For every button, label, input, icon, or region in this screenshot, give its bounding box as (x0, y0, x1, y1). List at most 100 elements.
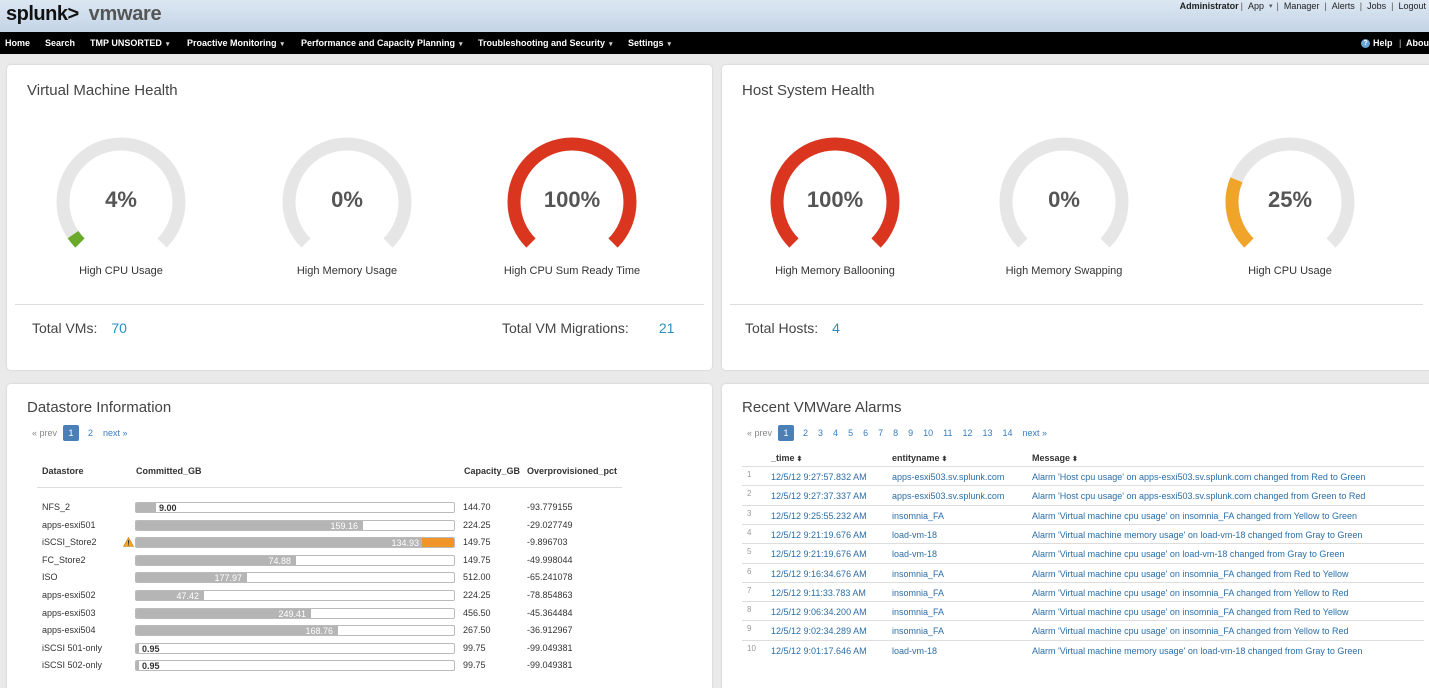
committed-bar-fill (136, 661, 139, 671)
capacity-value: 456.50 (463, 607, 491, 618)
row-index: 1 (747, 470, 752, 479)
gauge-host-swapping[interactable]: 0% High Memory Swapping (999, 137, 1129, 277)
gauge-vm-cpu-ready[interactable]: 100% High CPU Sum Ready Time (504, 137, 640, 277)
alarm-message[interactable]: Alarm 'Virtual machine cpu usage' on ins… (1032, 588, 1348, 598)
logout-link[interactable]: Logout (1395, 1, 1429, 11)
vmware-logo: vmware (88, 2, 162, 25)
chevron-down-icon: ▾ (280, 41, 285, 48)
datastore-name[interactable]: apps-esxi504 (42, 625, 96, 635)
capacity-value: 99.75 (463, 642, 486, 653)
table-row[interactable]: 6 12/5/12 9:16:34.676 AM insomnia_FA Alarm … (742, 562, 1424, 582)
table-row[interactable]: 1 12/5/12 9:27:57.832 AM apps-esxi503.sv.s… (742, 466, 1424, 485)
nav-tmp-unsorted[interactable]: TMP UNSORTED ▾ (90, 32, 169, 54)
nav-settings[interactable]: Settings ▾ (628, 32, 671, 54)
nav-tmp-unsorted-label: TMP UNSORTED (90, 38, 162, 48)
datastore-name[interactable]: iSCSI 501-only (42, 643, 102, 653)
table-row[interactable]: 7 12/5/12 9:11:33.783 AM insomnia_FA Alarm … (742, 581, 1424, 601)
app-logo[interactable]: splunk> vmware (6, 1, 162, 27)
alarm-entity[interactable]: load-vm-18 (892, 530, 937, 540)
column-header-datastore[interactable]: Datastore (42, 466, 84, 476)
table-row[interactable]: 5 12/5/12 9:21:19.676 AM load-vm-18 Alarm '… (742, 543, 1424, 562)
alarm-message[interactable]: Alarm 'Virtual machine memory usage' on … (1032, 530, 1362, 540)
alarm-message[interactable]: Alarm 'Host cpu usage' on apps-esxi503.s… (1032, 491, 1365, 501)
datastore-name[interactable]: iSCSI_Store2 (42, 537, 97, 547)
alarm-message[interactable]: Alarm 'Virtual machine memory usage' on … (1032, 646, 1362, 656)
datastore-name[interactable]: NFS_2 (42, 502, 70, 512)
committed-bar: 0.95 (135, 660, 455, 672)
chevron-down-icon: ▾ (165, 41, 170, 48)
gauge-host-ballooning[interactable]: 100% High Memory Ballooning (770, 137, 900, 277)
panel-title: Virtual Machine Health (27, 82, 178, 99)
gauge-vm-high-cpu[interactable]: 4% High CPU Usage (56, 137, 186, 277)
gauge-vm-high-memory[interactable]: 0% High Memory Usage (282, 137, 412, 277)
column-header-entityname[interactable]: entityname ⬍ (892, 453, 947, 463)
nav-performance-capacity[interactable]: Performance and Capacity Planning ▾ (301, 32, 463, 54)
total-hosts-label: Total Hosts: (745, 320, 819, 336)
nav-home[interactable]: Home (5, 32, 30, 54)
nav-search[interactable]: Search (45, 32, 75, 54)
alarm-message[interactable]: Alarm 'Virtual machine cpu usage' on ins… (1032, 511, 1357, 521)
datastore-name[interactable]: iSCSI 502-only (42, 660, 102, 670)
total-vms-value[interactable]: 70 (111, 320, 127, 336)
alarm-entity[interactable]: insomnia_FA (892, 607, 944, 617)
alarm-entity[interactable]: insomnia_FA (892, 626, 944, 636)
table-row[interactable]: 10 12/5/12 9:01:17.646 AM load-vm-18 Alarm … (742, 639, 1424, 659)
total-migrations-value[interactable]: 21 (659, 320, 675, 336)
alarm-message[interactable]: Alarm 'Virtual machine cpu usage' on ins… (1032, 569, 1348, 579)
nav-proactive-monitoring[interactable]: Proactive Monitoring ▾ (187, 32, 284, 54)
column-header-message[interactable]: Message ⬍ (1032, 453, 1078, 463)
alarm-entity[interactable]: load-vm-18 (892, 646, 937, 656)
datastore-name[interactable]: apps-esxi503 (42, 608, 96, 618)
alarm-time[interactable]: 12/5/12 9:21:19.676 AM (771, 549, 867, 559)
nav-about[interactable]: About (1406, 32, 1429, 54)
datastore-name[interactable]: apps-esxi502 (42, 590, 96, 600)
alarm-message[interactable]: Alarm 'Virtual machine cpu usage' on ins… (1032, 626, 1348, 636)
app-menu-link[interactable]: App (1245, 1, 1267, 11)
alarm-time[interactable]: 12/5/12 9:01:17.646 AM (771, 646, 867, 656)
gauge-value: 100% (806, 187, 864, 212)
alarm-entity[interactable]: load-vm-18 (892, 549, 937, 559)
nav-help[interactable]: ? Help (1361, 32, 1393, 54)
column-header-time[interactable]: _time ⬍ (771, 453, 802, 463)
alarm-entity[interactable]: insomnia_FA (892, 569, 944, 579)
alarm-message[interactable]: Alarm 'Host cpu usage' on apps-esxi503.s… (1032, 472, 1365, 482)
datastore-name[interactable]: ISO (42, 572, 58, 582)
alarm-time[interactable]: 12/5/12 9:21:19.676 AM (771, 530, 867, 540)
table-row[interactable]: 4 12/5/12 9:21:19.676 AM load-vm-18 Alarm '… (742, 523, 1424, 543)
alarm-time[interactable]: 12/5/12 9:27:57.832 AM (771, 472, 867, 482)
column-header-committed[interactable]: Committed_GB (136, 466, 202, 476)
alerts-link[interactable]: Alerts (1329, 1, 1358, 11)
nav-performance-capacity-label: Performance and Capacity Planning (301, 38, 456, 48)
alarm-time[interactable]: 12/5/12 9:16:34.676 AM (771, 569, 867, 579)
datastore-name[interactable]: apps-esxi501 (42, 520, 96, 530)
column-header-overprovisioned[interactable]: Overprovisioned_pct (527, 466, 617, 476)
alarm-message[interactable]: Alarm 'Virtual machine cpu usage' on ins… (1032, 607, 1348, 617)
gauge-label: High Memory Swapping (1005, 265, 1123, 277)
alarm-time[interactable]: 12/5/12 9:25:55.232 AM (771, 511, 867, 521)
overprovisioned-value: -65.241078 (527, 572, 573, 583)
table-row[interactable]: 9 12/5/12 9:02:34.289 AM insomnia_FA Alarm … (742, 620, 1424, 639)
alarm-entity[interactable]: apps-esxi503.sv.splunk.com (892, 491, 1004, 501)
column-header-capacity[interactable]: Capacity_GB (464, 466, 520, 476)
committed-value: 0.95 (142, 643, 160, 654)
datastore-name[interactable]: FC_Store2 (42, 555, 86, 565)
alarm-entity[interactable]: apps-esxi503.sv.splunk.com (892, 472, 1004, 482)
alarm-entity[interactable]: insomnia_FA (892, 511, 944, 521)
nav-help-label: Help (1373, 38, 1393, 48)
table-row[interactable]: 2 12/5/12 9:27:37.337 AM apps-esxi503.sv.s… (742, 485, 1424, 504)
alarm-time[interactable]: 12/5/12 9:06:34.200 AM (771, 607, 867, 617)
alarm-time[interactable]: 12/5/12 9:27:37.337 AM (771, 491, 867, 501)
table-row[interactable]: 3 12/5/12 9:25:55.232 AM insomnia_FA Alarm … (742, 504, 1424, 524)
nav-troubleshooting-security[interactable]: Troubleshooting and Security ▾ (478, 32, 613, 54)
gauge-host-cpu[interactable]: 25% High CPU Usage (1225, 137, 1355, 277)
alarm-time[interactable]: 12/5/12 9:11:33.783 AM (771, 588, 866, 598)
table-row[interactable]: 8 12/5/12 9:06:34.200 AM insomnia_FA Alarm … (742, 601, 1424, 620)
alarm-message[interactable]: Alarm 'Virtual machine cpu usage' on loa… (1032, 549, 1344, 559)
row-index: 8 (747, 605, 752, 615)
jobs-link[interactable]: Jobs (1364, 1, 1389, 11)
alarm-time[interactable]: 12/5/12 9:02:34.289 AM (771, 626, 867, 636)
gauge-label: High CPU Usage (79, 265, 163, 277)
alarm-entity[interactable]: insomnia_FA (892, 588, 944, 598)
total-hosts-value[interactable]: 4 (832, 320, 840, 336)
manager-link[interactable]: Manager (1281, 1, 1323, 11)
